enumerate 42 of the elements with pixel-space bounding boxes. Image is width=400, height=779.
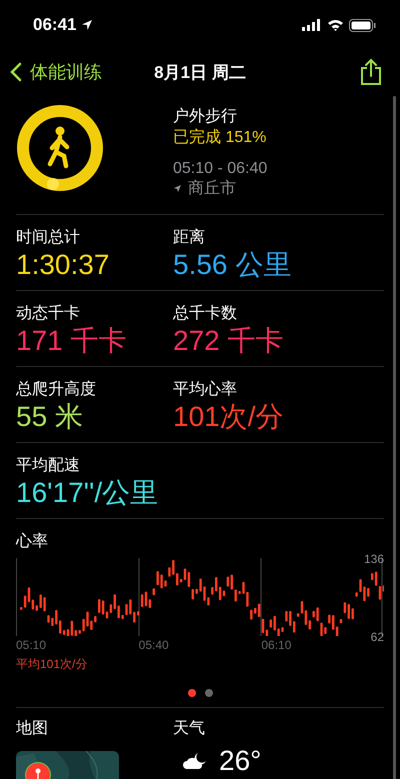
signal-icon	[302, 19, 322, 31]
metric-label: 距离	[173, 228, 206, 248]
workout-name: 户外步行	[173, 106, 238, 127]
temperature: 26°	[219, 745, 262, 777]
metric-value: 16'17''/公里	[16, 476, 160, 510]
completion-text: 已完成 151%	[173, 128, 268, 148]
axis-label: 136	[364, 552, 384, 566]
metric-label: 总千卡数	[173, 304, 238, 324]
back-link[interactable]: 体能训练	[10, 60, 102, 84]
metric-label: 总爬升高度	[16, 380, 97, 400]
section-title: 天气	[173, 719, 206, 739]
chart-title: 心率	[16, 532, 49, 552]
metric-label: 动态千卡	[16, 304, 81, 324]
battery-icon	[349, 18, 376, 32]
cloudy-night-icon	[183, 752, 207, 770]
metric-value: 272 千卡	[173, 324, 284, 358]
metric-value: 171 千卡	[16, 324, 128, 358]
time-range: 05:10 - 06:40	[173, 160, 268, 178]
metric-value: 1:30:37	[16, 248, 110, 282]
chevron-left-icon	[10, 62, 22, 82]
axis-label: 05:40	[138, 638, 170, 652]
metric-label: 平均配速	[16, 456, 81, 476]
page-dot[interactable]	[188, 689, 196, 697]
axis-label: 05:10	[16, 638, 48, 652]
walking-ring-icon	[16, 104, 104, 192]
location-arrow-icon	[81, 19, 94, 31]
metric-value: 101次/分	[173, 400, 284, 434]
status-time: 06:41	[33, 15, 76, 35]
metric-value: 5.56 公里	[173, 248, 292, 282]
axis-label: 62	[370, 630, 384, 644]
location-arrow-icon	[173, 184, 182, 193]
share-icon[interactable]	[360, 58, 382, 86]
metric-label: 时间总计	[16, 228, 81, 248]
location-text: 商丘市	[188, 178, 236, 199]
section-title: 地图	[16, 718, 49, 739]
page-title: 8月1日 周二	[154, 62, 246, 84]
axis-label: 06:10	[261, 638, 292, 652]
average-heart-rate: 平均101次/分	[16, 656, 88, 673]
metric-label: 平均心率	[173, 380, 238, 400]
page-dot[interactable]	[204, 689, 212, 697]
metric-value: 55 米	[16, 400, 84, 434]
wifi-icon	[327, 19, 344, 31]
